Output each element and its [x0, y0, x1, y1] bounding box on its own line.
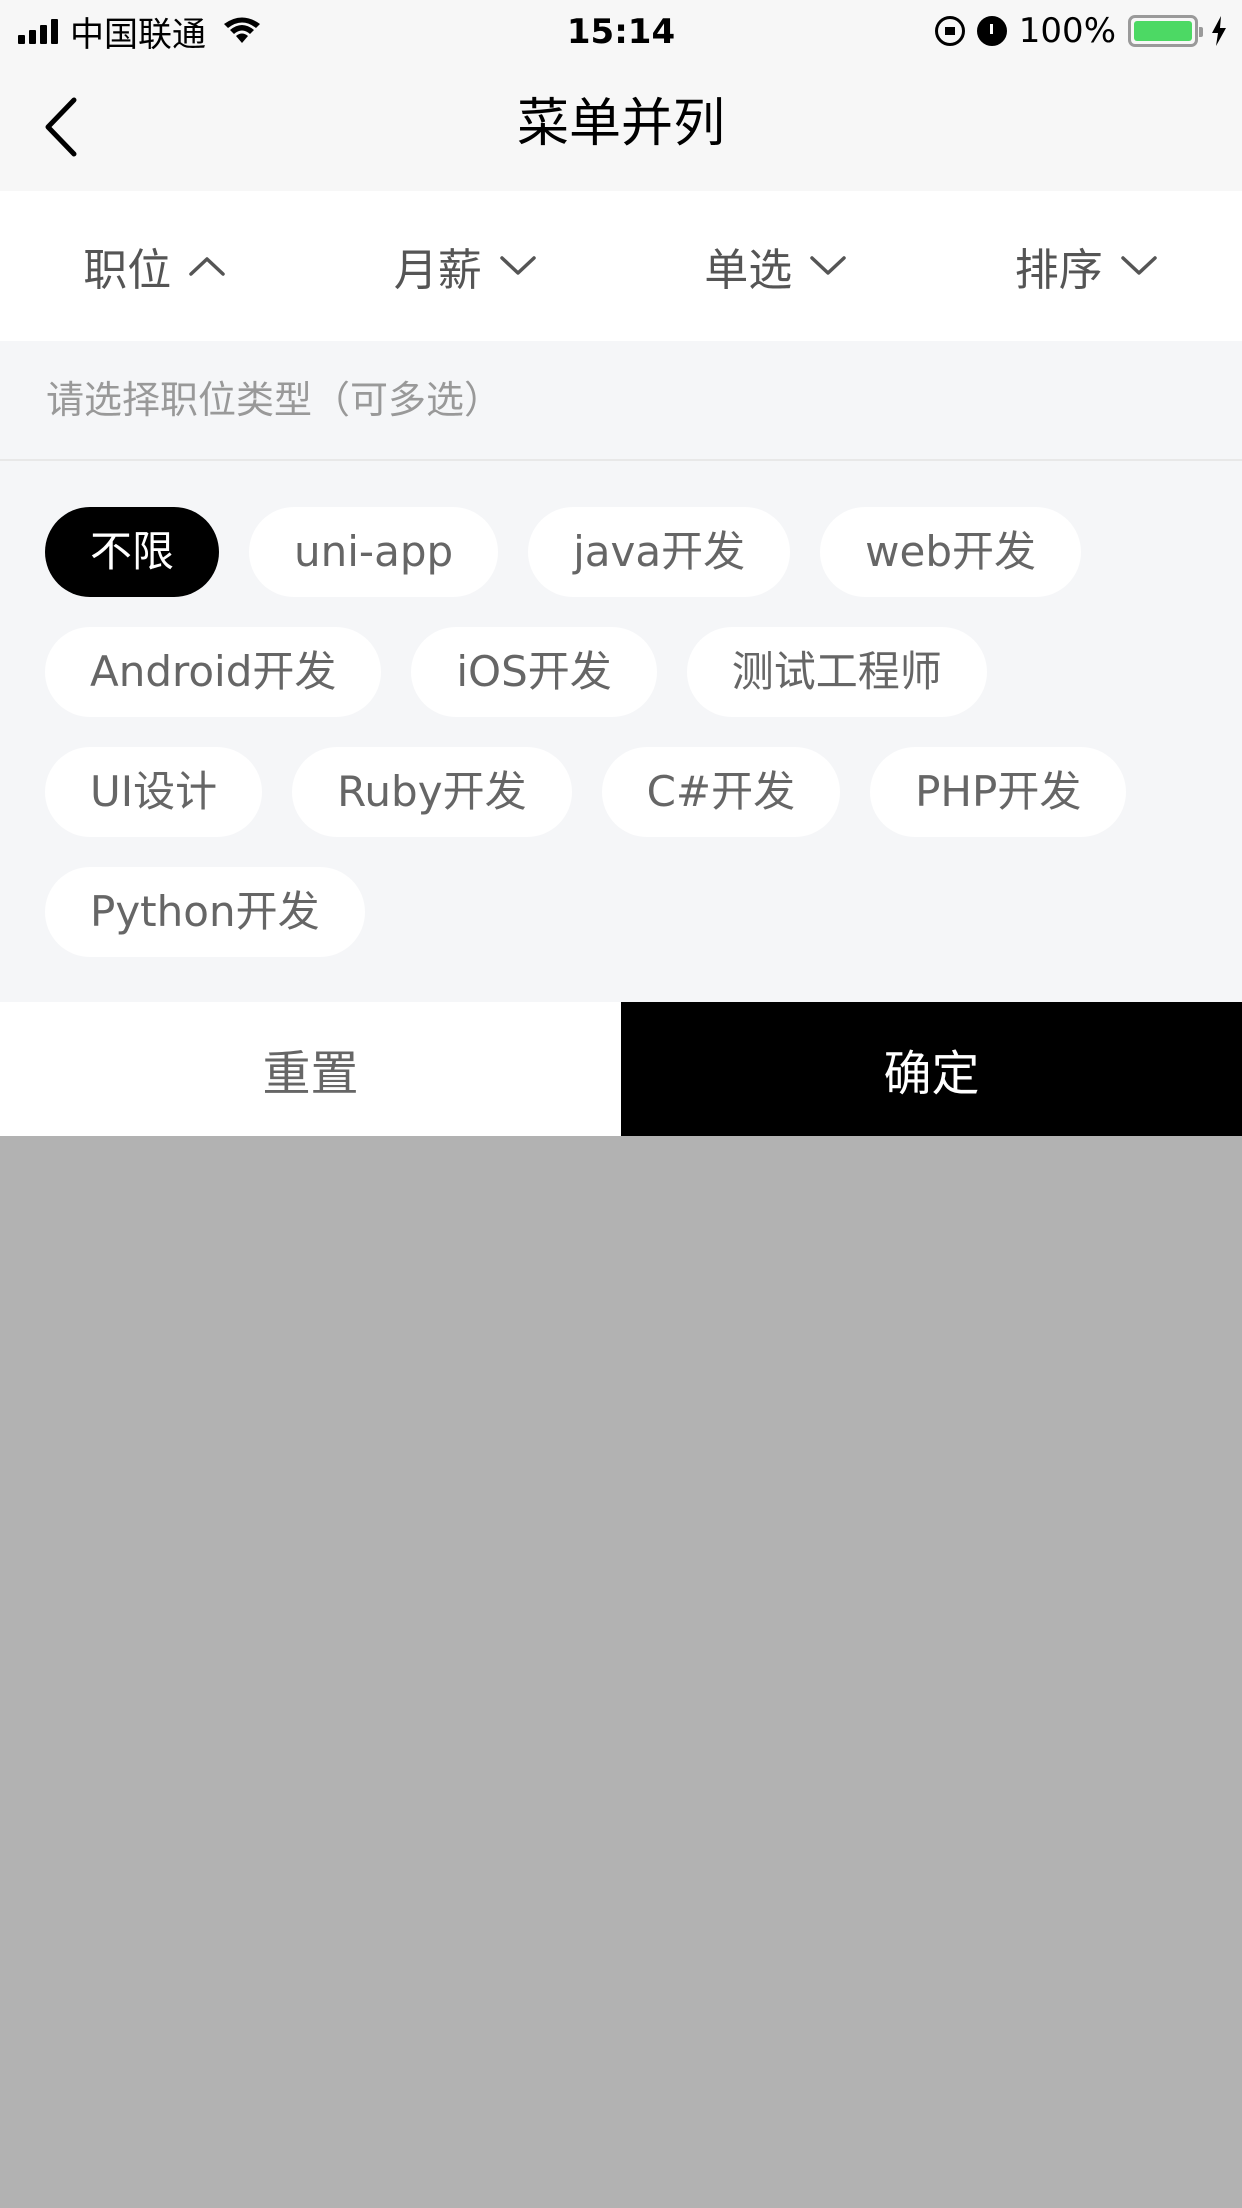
option-chip[interactable]: uni-app — [249, 507, 499, 597]
filter-bar: 职位 月薪 单选 排序 — [0, 191, 1242, 341]
filter-tab-single-select[interactable]: 单选 — [621, 191, 932, 341]
option-chip[interactable]: PHP开发 — [870, 747, 1127, 837]
option-chip[interactable]: Android开发 — [45, 627, 382, 717]
dim-overlay[interactable] — [0, 1136, 1242, 2208]
option-chip[interactable]: iOS开发 — [411, 627, 657, 717]
orientation-lock-icon — [934, 16, 965, 46]
option-chip[interactable]: C#开发 — [601, 747, 841, 837]
filter-tab-label: 职位 — [83, 245, 172, 296]
chevron-down-icon — [1121, 256, 1157, 275]
page-title: 菜单并列 — [516, 94, 725, 154]
status-bar: 中国联通 15:14 100% — [0, 0, 1242, 62]
option-chip[interactable]: Python开发 — [45, 867, 365, 957]
option-chip[interactable]: 不限 — [45, 507, 220, 597]
filter-dropdown-panel: 请选择职位类型（可多选） 不限 uni-app java开发 web开发 And… — [0, 341, 1242, 1002]
filter-tab-salary[interactable]: 月薪 — [311, 191, 622, 341]
charging-bolt-icon — [1212, 16, 1226, 46]
panel-hint: 请选择职位类型（可多选） — [0, 341, 1242, 461]
panel-footer: 重置 确定 — [0, 1002, 1242, 1136]
chevron-up-icon — [189, 257, 225, 276]
chevron-down-icon — [500, 256, 536, 275]
reset-button[interactable]: 重置 — [0, 1002, 621, 1136]
alarm-icon — [976, 16, 1007, 46]
option-chip[interactable]: web开发 — [820, 507, 1081, 597]
battery-icon — [1128, 15, 1203, 47]
battery-percent: 100% — [1018, 11, 1116, 51]
filter-tab-label: 月薪 — [393, 245, 482, 296]
filter-tab-label: 排序 — [1014, 245, 1103, 296]
nav-bar: 菜单并列 — [0, 62, 1242, 191]
chevron-down-icon — [810, 256, 846, 275]
option-chip[interactable]: UI设计 — [45, 747, 263, 837]
battery-level-fill — [1134, 21, 1192, 41]
confirm-button[interactable]: 确定 — [621, 1002, 1242, 1136]
status-right: 100% — [934, 10, 1228, 52]
option-chip[interactable]: Ruby开发 — [292, 747, 572, 837]
filter-tab-position[interactable]: 职位 — [0, 191, 311, 341]
filter-tab-label: 单选 — [704, 245, 793, 296]
option-chip[interactable]: java开发 — [528, 507, 791, 597]
option-chip[interactable]: 测试工程师 — [686, 627, 987, 717]
option-chip-list: 不限 uni-app java开发 web开发 Android开发 iOS开发 … — [0, 461, 1242, 957]
filter-tab-sort[interactable]: 排序 — [932, 191, 1242, 341]
